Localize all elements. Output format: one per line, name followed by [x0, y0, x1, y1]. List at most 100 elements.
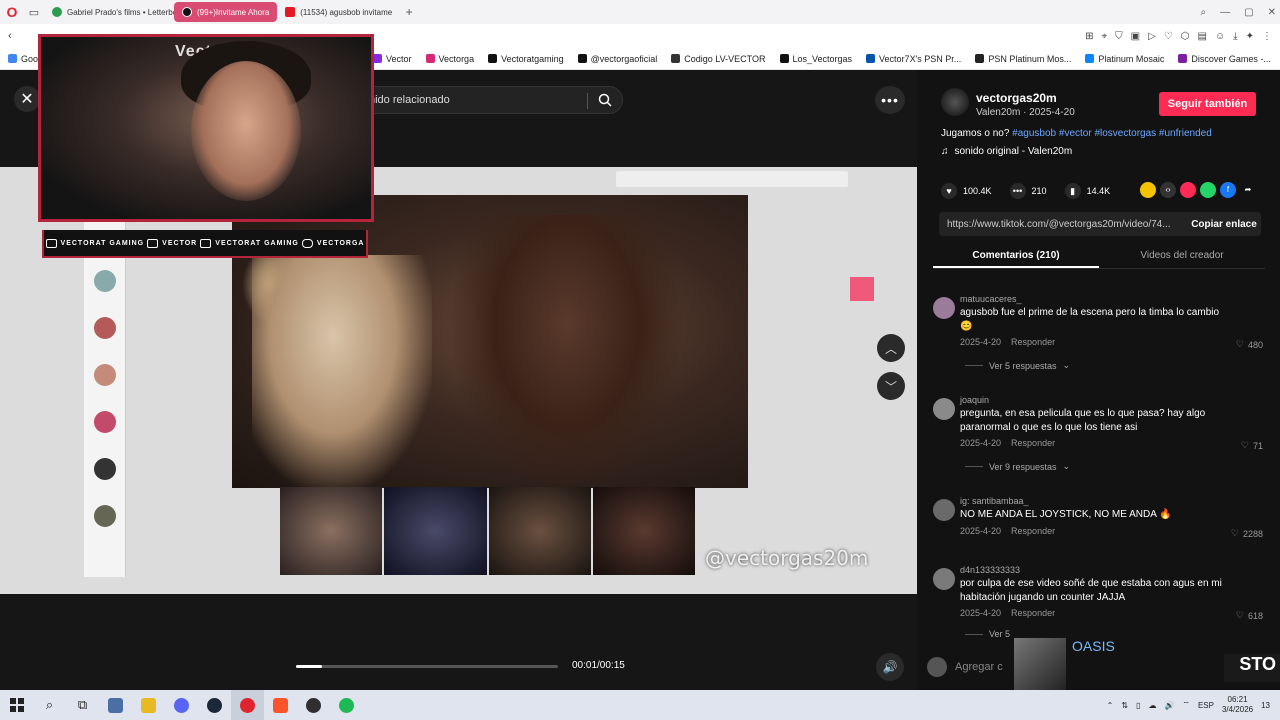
- comment-username[interactable]: matuucaceres_: [960, 294, 1022, 304]
- close-window-icon[interactable]: ✕: [1268, 7, 1276, 18]
- pin-icon[interactable]: ⌖: [1102, 31, 1108, 42]
- bookmark-item[interactable]: Vectorga: [425, 54, 474, 64]
- comment-like[interactable]: ♡ 480: [1236, 339, 1263, 350]
- search-icon[interactable]: ⌕: [1201, 7, 1207, 18]
- bookmark-item[interactable]: Los_Vectorgas: [779, 54, 852, 64]
- tab-letterboxd[interactable]: Gabriel Prado's films • Letterboxd: [44, 2, 174, 22]
- taskbar-app[interactable]: [330, 690, 363, 720]
- whatsapp-icon[interactable]: [1200, 182, 1216, 198]
- taskbar-app[interactable]: [165, 690, 198, 720]
- bookmark-item[interactable]: @vectorgaoficial: [577, 54, 657, 64]
- close-viewer-button[interactable]: ✕: [14, 86, 40, 112]
- progress-bar[interactable]: [296, 665, 558, 668]
- view-replies-button[interactable]: Ver 5 respuestas ⌄: [965, 360, 1070, 371]
- coin-icon[interactable]: [1140, 182, 1156, 198]
- embed-icon[interactable]: ‹›: [1160, 182, 1176, 198]
- like-stat[interactable]: ♥ 100.4K: [941, 183, 992, 199]
- view-replies-button[interactable]: Ver 5: [965, 629, 1010, 639]
- comment-username[interactable]: ig: santibambaa_: [960, 496, 1029, 506]
- previous-video-button[interactable]: ︿: [877, 334, 905, 362]
- cloud-icon[interactable]: ☁: [1148, 701, 1156, 710]
- maximize-icon[interactable]: ▢: [1244, 7, 1253, 18]
- wallet-icon[interactable]: ▤: [1198, 31, 1207, 42]
- reply-button[interactable]: Responder: [1011, 526, 1055, 536]
- description-hashtags[interactable]: #agusbob #vector #losvectorgas #unfriend…: [1012, 128, 1212, 139]
- facebook-icon[interactable]: f: [1220, 182, 1236, 198]
- network-icon[interactable]: ⇅: [1121, 701, 1128, 710]
- language-indicator[interactable]: ESP: [1198, 701, 1214, 710]
- bookmark-item[interactable]: PSN Platinum Mos...: [975, 54, 1071, 64]
- download-icon[interactable]: ⤓: [1233, 31, 1237, 42]
- bookmark-item[interactable]: Vector7X's PSN Pr...: [866, 54, 961, 64]
- comment-like[interactable]: ♡ 618: [1236, 610, 1263, 621]
- time-display: 00:01/00:15: [572, 660, 625, 671]
- speaker-icon[interactable]: 🔊: [1164, 701, 1174, 710]
- comment-like[interactable]: ♡ 71: [1241, 440, 1263, 451]
- minimize-icon[interactable]: —: [1220, 7, 1230, 18]
- bookmark-item[interactable]: Platinum Mosaic: [1085, 54, 1164, 64]
- taskbar-app[interactable]: [198, 690, 231, 720]
- save-count: 14.4K: [1086, 186, 1111, 196]
- add-comment-input[interactable]: Agregar c: [927, 654, 1027, 680]
- extensions-icon[interactable]: ⬡: [1181, 31, 1190, 42]
- account-icon[interactable]: ☺: [1215, 31, 1225, 42]
- bookmark-item[interactable]: Vector: [373, 54, 412, 64]
- save-stat[interactable]: ▮ 14.4K: [1064, 183, 1111, 199]
- creator-username[interactable]: vectorgas20m: [976, 91, 1057, 105]
- video-link-field[interactable]: https://www.tiktok.com/@vectorgas20m/vid…: [939, 212, 1261, 236]
- avatar[interactable]: [933, 398, 955, 420]
- search-icon[interactable]: [598, 93, 612, 107]
- tab-youtube[interactable]: (11534) agusbob invitame: [277, 2, 400, 22]
- back-icon[interactable]: ‹: [8, 30, 26, 42]
- avatar[interactable]: [933, 568, 955, 590]
- bookmark-item[interactable]: Discover Games -...: [1178, 54, 1271, 64]
- opera-logo-icon[interactable]: O: [0, 0, 24, 24]
- tab-creator-videos[interactable]: Videos del creador: [1099, 245, 1265, 268]
- new-tab-button[interactable]: +: [400, 5, 418, 19]
- search-button[interactable]: ⌕: [33, 690, 66, 720]
- follow-button[interactable]: Seguir también: [1159, 92, 1256, 116]
- taskbar-app[interactable]: [99, 690, 132, 720]
- notification-icon[interactable]: 13: [1261, 701, 1270, 710]
- next-video-button[interactable]: ﹀: [877, 372, 905, 400]
- comment-username[interactable]: d4n133333333: [960, 565, 1020, 575]
- comment-username[interactable]: joaquin: [960, 395, 989, 405]
- taskbar-app[interactable]: [132, 690, 165, 720]
- reply-button[interactable]: Responder: [1011, 337, 1055, 347]
- wifi-icon[interactable]: ⌔: [1182, 700, 1190, 710]
- avatar[interactable]: [933, 499, 955, 521]
- task-view-button[interactable]: ⧉: [66, 690, 99, 720]
- tab-tiktok-active[interactable]: (99+)Invitame Ahora: [174, 2, 278, 22]
- send-icon[interactable]: [1180, 182, 1196, 198]
- bookmark-item[interactable]: Vectoratgaming: [488, 54, 564, 64]
- tab-menu-icon[interactable]: ▭: [24, 0, 44, 24]
- play-icon[interactable]: ▷: [1148, 31, 1156, 42]
- heart-icon[interactable]: ♡: [1164, 31, 1173, 42]
- taskbar-app-opera[interactable]: [231, 690, 264, 720]
- clock[interactable]: 06:21 3/4/2026: [1222, 695, 1253, 715]
- copy-link-button[interactable]: Copiar enlace: [1187, 212, 1261, 236]
- snapshot-icon[interactable]: ⊞: [1085, 31, 1093, 42]
- cast-icon[interactable]: ▣: [1131, 31, 1140, 42]
- creator-avatar[interactable]: [941, 88, 969, 116]
- reply-button[interactable]: Responder: [1011, 438, 1055, 448]
- comment-stat[interactable]: ••• 210: [1009, 183, 1047, 199]
- ai-icon[interactable]: ✦: [1246, 31, 1254, 42]
- share-arrow-icon[interactable]: ➦: [1240, 182, 1256, 198]
- reply-button[interactable]: Responder: [1011, 608, 1055, 618]
- shield-icon[interactable]: ⛉: [1115, 31, 1123, 42]
- start-button[interactable]: [0, 690, 33, 720]
- bookmark-item[interactable]: Codigo LV-VECTOR: [671, 54, 766, 64]
- chevron-up-icon[interactable]: ⌃: [1107, 701, 1114, 710]
- avatar[interactable]: [933, 297, 955, 319]
- tab-comments[interactable]: Comentarios (210): [933, 245, 1099, 268]
- sound-link[interactable]: ♫ sonido original - Valen20m: [941, 146, 1072, 157]
- more-options-button[interactable]: •••: [875, 86, 905, 114]
- taskbar-app[interactable]: [264, 690, 297, 720]
- comment-like[interactable]: ♡ 2288: [1231, 528, 1263, 539]
- battery-icon[interactable]: ▯: [1136, 701, 1140, 710]
- taskbar-app[interactable]: [297, 690, 330, 720]
- view-replies-button[interactable]: Ver 9 respuestas ⌄: [965, 461, 1070, 472]
- volume-button[interactable]: 🔊: [876, 653, 904, 681]
- menu-icon[interactable]: ⋮: [1262, 31, 1272, 42]
